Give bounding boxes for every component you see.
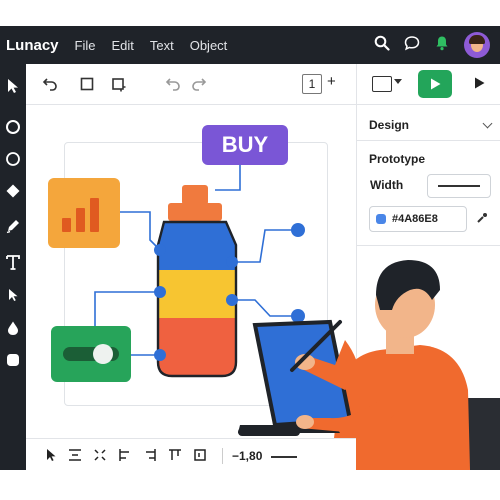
buy-button-mockup[interactable]: BUY	[202, 125, 288, 165]
toggle-card[interactable]	[51, 326, 131, 382]
bottle-illustration[interactable]	[156, 185, 238, 378]
align-right-icon[interactable]	[143, 448, 157, 462]
chart-bar	[90, 198, 99, 232]
horizontal-scrollbar[interactable]	[238, 428, 300, 436]
chart-card[interactable]	[48, 178, 120, 248]
toggle-knob[interactable]	[93, 344, 113, 364]
canvas-illustration	[94, 162, 500, 470]
align-top-icon[interactable]	[168, 448, 182, 462]
frame-icon[interactable]	[193, 448, 207, 462]
select-icon[interactable]	[44, 448, 58, 462]
chart-bar	[76, 208, 85, 232]
chart-bar	[62, 218, 71, 232]
zoom-slider-line[interactable]	[271, 456, 297, 458]
divider	[222, 448, 223, 464]
align-left-icon[interactable]	[118, 448, 132, 462]
zoom-label[interactable]: −1,80	[232, 449, 262, 463]
align-center-icon[interactable]	[68, 448, 82, 462]
distribute-icon[interactable]	[93, 448, 107, 462]
